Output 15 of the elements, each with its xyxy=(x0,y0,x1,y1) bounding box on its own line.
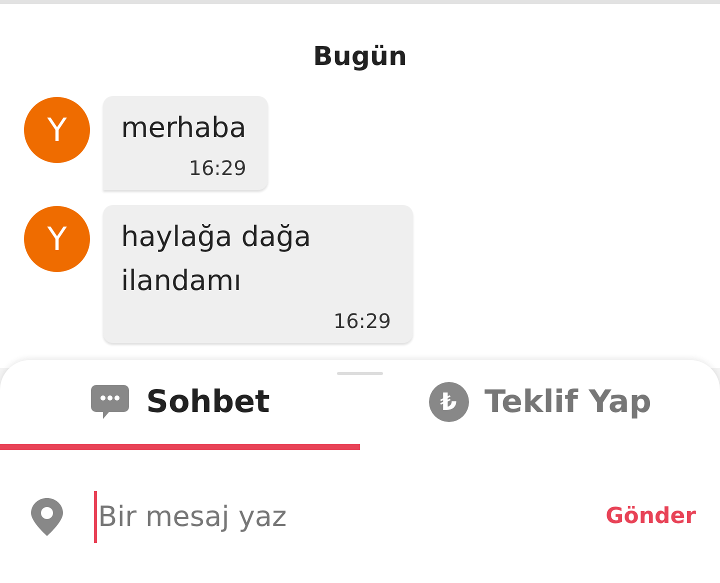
location-pin-icon[interactable] xyxy=(30,496,64,536)
message-text: haylağa dağa ilandamı xyxy=(121,219,312,299)
avatar: Y xyxy=(24,97,90,163)
message-text: merhaba xyxy=(121,110,246,146)
date-label: Bugün xyxy=(313,42,407,72)
lira-icon: ₺ xyxy=(428,382,469,422)
drag-handle[interactable] xyxy=(337,372,383,375)
message-time: 16:29 xyxy=(333,309,391,333)
avatar: Y xyxy=(24,206,90,272)
tab[interactable]: ₺ Teklif Yap xyxy=(360,360,720,450)
message-time: 16:29 xyxy=(188,156,246,180)
tab[interactable]: Sohbet xyxy=(0,360,360,450)
send-button[interactable]: Gönder xyxy=(606,504,696,529)
message-input[interactable]: Bir mesaj yaz xyxy=(98,500,576,533)
chat-bubble-icon xyxy=(90,384,130,420)
